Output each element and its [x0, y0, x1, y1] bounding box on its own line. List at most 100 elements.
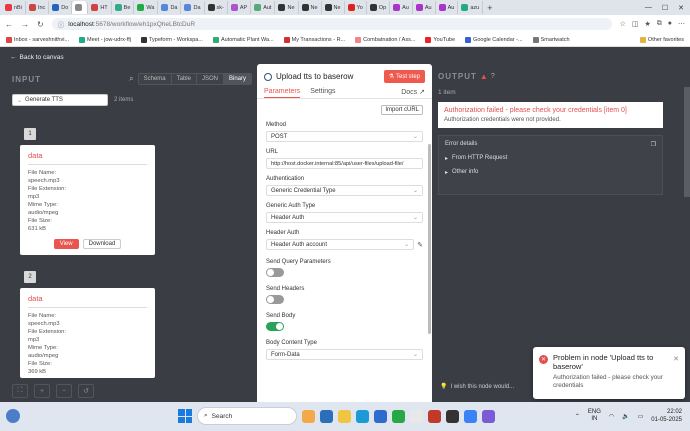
star-icon[interactable]: ☆ [620, 20, 626, 28]
new-tab-button[interactable]: + [483, 3, 496, 13]
browser-tab[interactable]: Op [367, 1, 391, 14]
maximize-icon[interactable]: ☐ [662, 4, 668, 12]
profile-icon[interactable]: ● [668, 20, 672, 28]
tab-schema[interactable]: Schema [138, 74, 172, 84]
fit-view-icon[interactable]: ⛶ [12, 384, 28, 398]
browser-tab[interactable]: Aut [251, 1, 276, 14]
copilot-icon[interactable] [302, 409, 315, 423]
bookmark-item[interactable]: Combatnation / Ass... [355, 36, 415, 43]
tab-binary[interactable]: Binary [223, 74, 251, 84]
clock[interactable]: 22:02 01-05-2025 [651, 408, 682, 424]
reset-zoom-icon[interactable]: ↺ [78, 384, 94, 398]
detail-row-other[interactable]: ▸ Other info [445, 169, 656, 176]
send-body-toggle[interactable] [266, 322, 284, 331]
taskbar-search[interactable]: ⌕ Search [197, 407, 297, 425]
vscode-icon[interactable] [464, 409, 477, 423]
browser-tab[interactable]: Do [49, 1, 73, 14]
browser-tab[interactable]: AP [228, 1, 252, 14]
tab-settings[interactable]: Settings [310, 88, 335, 98]
browser-tab[interactable]: Inc [26, 1, 50, 14]
browser-tab[interactable]: Au [390, 1, 413, 14]
panel-scrollbar[interactable] [428, 144, 431, 334]
wifi-icon[interactable]: ◠ [609, 413, 614, 420]
windows-start-icon[interactable] [178, 409, 192, 423]
node-title[interactable]: Upload tts to baserow [276, 72, 353, 81]
browser-tab[interactable]: azu [458, 1, 484, 14]
language-indicator[interactable]: ENG IN [588, 409, 601, 423]
bookmark-item[interactable]: Typeform - Workspa... [140, 36, 203, 43]
minimize-icon[interactable]: — [645, 4, 652, 12]
back-arrow-icon[interactable]: ← [5, 20, 13, 29]
whatsapp-icon[interactable] [392, 409, 405, 423]
bookmark-item[interactable]: Inbox - sarveshnithvi... [6, 36, 69, 43]
browser-tab[interactable]: Wa [134, 1, 159, 14]
browser-tab[interactable]: Da [181, 1, 205, 14]
url-input[interactable]: http://host.docker.internal:85/api/user-… [266, 158, 423, 169]
detail-row-http[interactable]: ▸ From HTTP Request [445, 155, 656, 162]
bookmark-item[interactable]: Automatic Plant Wa... [212, 36, 274, 43]
weather-icon[interactable] [6, 409, 20, 423]
app-icon[interactable] [428, 409, 441, 423]
browser-tab[interactable]: sk- [205, 1, 228, 14]
task-view-icon[interactable] [320, 409, 333, 423]
forward-arrow-icon[interactable]: → [21, 20, 29, 29]
reload-icon[interactable]: ↻ [37, 20, 44, 29]
browser-tab[interactable]: Ne [322, 1, 345, 14]
test-step-button[interactable]: ⚗ Test step [383, 70, 425, 83]
zoom-in-icon[interactable]: + [34, 384, 50, 398]
browser-tab[interactable]: Au [413, 1, 436, 14]
tab-json[interactable]: JSON [196, 74, 224, 84]
view-button[interactable]: View [53, 239, 79, 249]
send-headers-toggle[interactable] [266, 295, 284, 304]
file-explorer-icon[interactable] [338, 409, 351, 423]
edge-browser-icon[interactable] [356, 409, 369, 423]
browser-tab[interactable]: HT [88, 1, 112, 14]
feedback-link[interactable]: 💡 I wish this node would... [440, 383, 514, 391]
send-query-toggle[interactable] [266, 268, 284, 277]
search-icon[interactable]: ⌕ [129, 74, 133, 84]
app-icon[interactable] [482, 409, 495, 423]
tab-parameters[interactable]: Parameters [264, 88, 301, 98]
bookmark-item[interactable]: Google Calendar -... [465, 36, 523, 43]
bookmark-item[interactable]: Meet - jow-udrx-ffj [79, 36, 131, 43]
browser-tab[interactable]: Yo [345, 1, 367, 14]
store-icon[interactable] [374, 409, 387, 423]
browser-tab[interactable]: Da [158, 1, 182, 14]
browser-tab[interactable]: Ne [275, 1, 299, 14]
bookmark-item[interactable]: Smartwatch [532, 36, 570, 43]
url-field[interactable]: ⓘ localhost :5678/workflow/eh1pxQheLBtcD… [51, 18, 612, 30]
edit-credential-icon[interactable]: ✎ [417, 241, 423, 249]
collections-icon[interactable]: ⧉ [657, 20, 662, 28]
chrome-icon[interactable] [410, 409, 423, 423]
more-icon[interactable]: ⋯ [678, 20, 685, 28]
import-curl-button[interactable]: Import cURL [381, 105, 423, 115]
battery-icon[interactable]: ▭ [638, 413, 644, 420]
generic-auth-type-select[interactable]: Header Auth ⌄ [266, 212, 423, 223]
terminal-icon[interactable] [446, 409, 459, 423]
bookmark-item[interactable]: YouTube [425, 36, 455, 43]
back-to-canvas-button[interactable]: ← Back to canvas [10, 54, 64, 61]
browser-tab[interactable]: Au [436, 1, 459, 14]
bookmark-item[interactable]: My Transactions - R... [283, 36, 345, 43]
close-icon[interactable]: ✕ [673, 355, 679, 363]
browser-tab[interactable]: nBi [2, 1, 26, 14]
copy-icon[interactable]: ❐ [651, 141, 656, 148]
header-auth-select[interactable]: Header Auth account ⌄ [266, 239, 415, 250]
method-select[interactable]: POST ⌄ [266, 131, 423, 142]
browser-tab[interactable]: Ne [299, 1, 322, 14]
other-favorites[interactable]: Other favorites [639, 36, 684, 43]
split-screen-icon[interactable]: ◫ [632, 20, 639, 28]
tab-table[interactable]: Table [171, 74, 197, 84]
help-icon[interactable]: ? [491, 73, 495, 80]
close-icon[interactable]: ✕ [678, 4, 684, 12]
input-node-select[interactable]: ⌄ Generate TTS [12, 94, 108, 106]
docs-link[interactable]: Docs ↗ [401, 88, 425, 99]
download-button[interactable]: Download [82, 239, 122, 249]
browser-tab[interactable] [72, 1, 89, 14]
browser-tab[interactable]: Be [112, 1, 135, 14]
authentication-select[interactable]: Generic Credential Type ⌄ [266, 185, 423, 196]
caret-up-icon[interactable]: ⌃ [575, 413, 580, 420]
zoom-out-icon[interactable]: − [56, 384, 72, 398]
favorites-icon[interactable]: ★ [644, 20, 650, 28]
volume-icon[interactable]: 🔈 [622, 413, 629, 420]
